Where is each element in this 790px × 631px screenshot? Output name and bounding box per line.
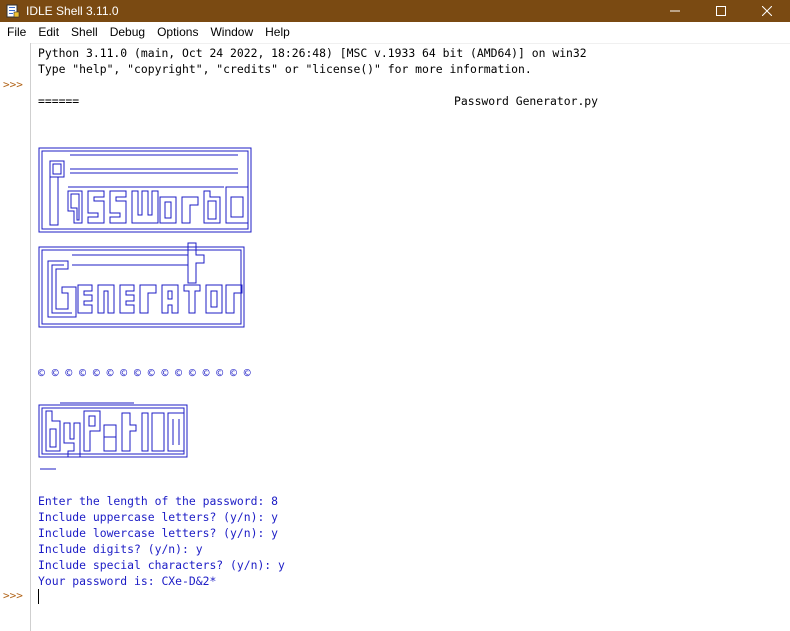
menu-shell[interactable]: Shell [65, 22, 104, 43]
shell-prompt: >>> [3, 78, 23, 91]
banner-credit-art [38, 402, 188, 470]
menu-bar: File Edit Shell Debug Options Window Hel… [0, 22, 790, 44]
gutter-divider [30, 43, 31, 631]
menu-window[interactable]: Window [204, 22, 259, 43]
menu-options[interactable]: Options [151, 22, 204, 43]
close-button[interactable] [744, 0, 790, 22]
python-idle-icon [6, 4, 20, 18]
python-version-line: Python 3.11.0 (main, Oct 24 2022, 18:26:… [38, 46, 587, 60]
output-uppercase-prompt: Include uppercase letters? (y/n): y [38, 510, 279, 524]
window-title: IDLE Shell 3.11.0 [26, 4, 119, 18]
shell-prompt-active: >>> [3, 589, 23, 602]
banner-password-art [38, 147, 252, 233]
output-lowercase-prompt: Include lowercase letters? (y/n): y [38, 526, 279, 540]
minimize-button[interactable] [652, 0, 698, 22]
banner-generator-art [38, 242, 245, 328]
menu-debug[interactable]: Debug [104, 22, 151, 43]
restart-filename: Password Generator.py [454, 94, 599, 108]
maximize-button[interactable] [698, 0, 744, 22]
output-password-result: Your password is: CXe-D&2* [38, 574, 217, 588]
restart-marker: ====== [38, 94, 80, 108]
output-length-prompt: Enter the length of the password: 8 [38, 494, 279, 508]
output-digits-prompt: Include digits? (y/n): y [38, 542, 203, 556]
copyright-row: © © © © © © © © © © © © © © © © [38, 366, 251, 380]
menu-help[interactable]: Help [259, 22, 296, 43]
shell-text-area[interactable]: Python 3.11.0 (main, Oct 24 2022, 18:26:… [38, 43, 790, 631]
menu-file[interactable]: File [0, 22, 32, 43]
title-bar: IDLE Shell 3.11.0 [0, 0, 790, 22]
menu-edit[interactable]: Edit [32, 22, 65, 43]
output-special-prompt: Include special characters? (y/n): y [38, 558, 285, 572]
text-cursor [38, 589, 39, 604]
help-hint-line: Type "help", "copyright", "credits" or "… [38, 62, 532, 76]
prompt-gutter: >>> >>> [0, 43, 30, 631]
